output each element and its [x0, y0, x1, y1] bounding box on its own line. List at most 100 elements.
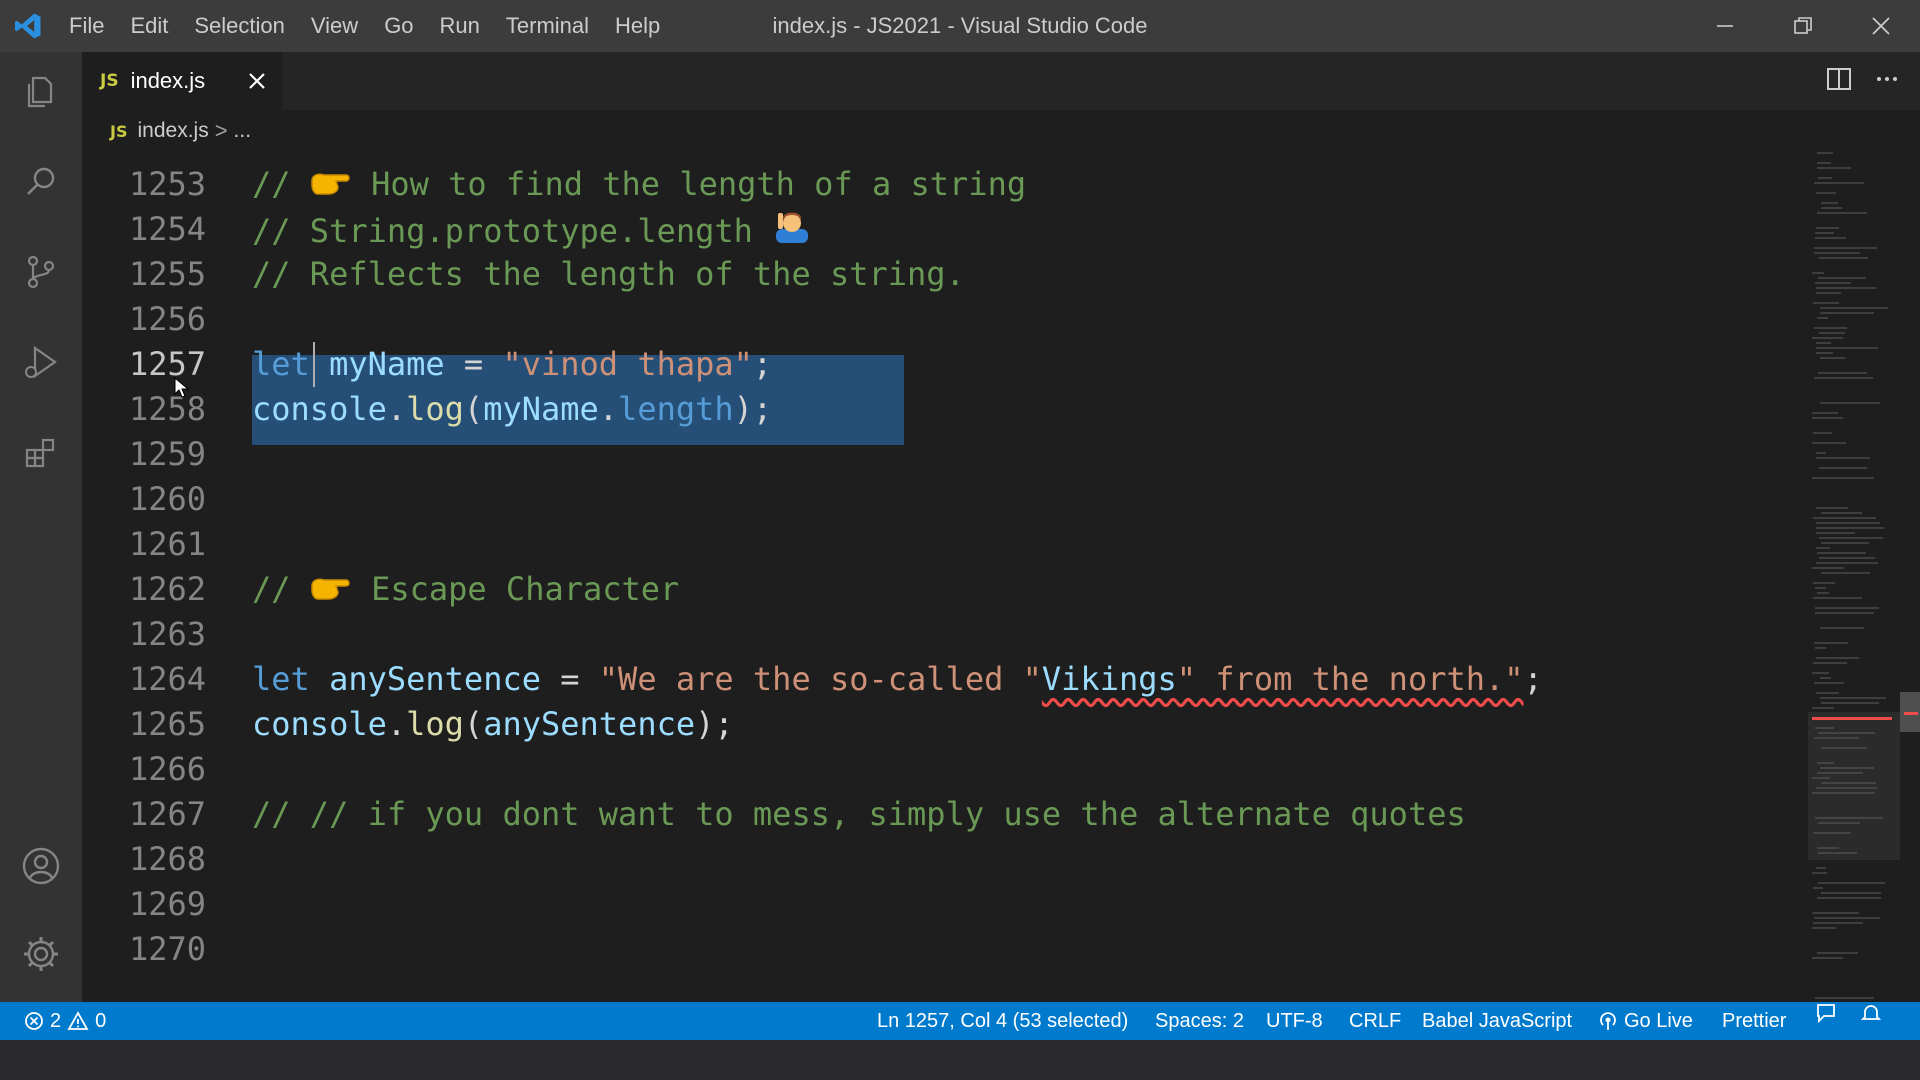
close-window-button[interactable]: [1842, 0, 1920, 52]
minimap-error-marker: [1812, 717, 1892, 720]
search-icon[interactable]: [0, 142, 82, 222]
source-control-icon[interactable]: [0, 232, 82, 312]
vertical-scrollbar[interactable]: [1900, 152, 1920, 1002]
menu-go[interactable]: Go: [371, 0, 426, 52]
code-line: 1259: [82, 432, 1808, 477]
minimap-line: [1816, 547, 1830, 549]
tab-index-js[interactable]: JS index.js: [82, 52, 282, 110]
editor-tab-bar: JS index.js: [82, 52, 1920, 110]
code-line: 1270: [82, 927, 1808, 972]
minimap-line: [1813, 432, 1832, 434]
minimap-line: [1819, 557, 1875, 559]
minimap-line: [1820, 402, 1880, 404]
feedback-button[interactable]: [1815, 1002, 1837, 1024]
minimap-line: [1817, 167, 1851, 169]
minimap-line: [1817, 317, 1828, 319]
feedback-icon: [1817, 1004, 1835, 1024]
line-ending[interactable]: CRLF: [1349, 1002, 1401, 1040]
split-editor-icon: [1827, 67, 1851, 90]
encoding[interactable]: UTF-8: [1266, 1002, 1323, 1040]
minimap-line: [1816, 292, 1841, 294]
minimap-line: [1813, 922, 1863, 924]
minimap-line: [1821, 747, 1867, 749]
minimap-line: [1820, 697, 1886, 699]
menu-file[interactable]: File: [56, 0, 117, 52]
minimap[interactable]: [1808, 152, 1900, 1002]
code-text: let anySentence = "We are the so-called …: [252, 660, 1543, 698]
restore-button[interactable]: [1764, 0, 1842, 52]
minimap-line: [1812, 567, 1844, 569]
minimap-line: [1817, 897, 1881, 899]
minimap-line: [1815, 997, 1874, 999]
minimap-line: [1821, 512, 1862, 514]
code-editor[interactable]: 1252 1253 // How to find the length of a…: [82, 152, 1808, 1002]
code-line: 1269: [82, 882, 1808, 927]
minimap-line: [1821, 202, 1838, 204]
minimap-line: [1818, 882, 1885, 884]
line-number: 1255: [128, 255, 206, 293]
split-editor-button[interactable]: [1826, 66, 1852, 97]
minimap-line: [1818, 277, 1866, 279]
code-line: 1260: [82, 477, 1808, 522]
minimap-line: [1815, 647, 1826, 649]
minimap-line: [1813, 887, 1823, 889]
language-mode[interactable]: Babel JavaScript: [1422, 1002, 1572, 1040]
line-number: 1261: [128, 525, 206, 563]
minimap-line: [1816, 452, 1826, 454]
tab-close-button[interactable]: [242, 66, 272, 96]
line-number: 1264: [128, 660, 206, 698]
settings-gear-icon[interactable]: [0, 914, 82, 994]
line-number: 1270: [128, 930, 206, 968]
editor-actions: [1826, 52, 1900, 110]
minimap-line: [1815, 727, 1834, 729]
line-number: 1262: [128, 570, 206, 608]
run-debug-icon[interactable]: [0, 322, 82, 402]
javascript-file-icon: JS: [100, 71, 119, 91]
minimap-line: [1818, 177, 1832, 179]
menu-view[interactable]: View: [298, 0, 371, 52]
code-text: console.log(anySentence);: [252, 705, 734, 743]
line-number: 1260: [128, 480, 206, 518]
problems-indicator[interactable]: 2 0: [24, 1002, 106, 1040]
indentation[interactable]: Spaces: 2: [1155, 1002, 1244, 1040]
prettier-status[interactable]: Prettier: [1722, 1002, 1786, 1040]
menu-terminal[interactable]: Terminal: [493, 0, 602, 52]
breadcrumb-symbols[interactable]: ...: [234, 119, 252, 143]
ellipsis-icon: [1877, 76, 1897, 81]
scrollbar-error-marker: [1904, 712, 1918, 715]
minimap-line: [1815, 817, 1883, 819]
minimize-button[interactable]: [1686, 0, 1764, 52]
cursor-position[interactable]: Ln 1257, Col 4 (53 selected): [877, 1002, 1128, 1040]
minimap-line: [1812, 707, 1834, 709]
minimap-line: [1817, 162, 1831, 164]
minimap-line: [1819, 537, 1883, 539]
code-text: let myName = "vinod thapa";: [252, 345, 773, 383]
breadcrumb: JS index.js > ...: [82, 110, 1920, 152]
bell-icon: [1860, 1005, 1882, 1020]
minimap-line: [1812, 912, 1859, 914]
more-actions-button[interactable]: [1874, 66, 1900, 97]
line-number: 1256: [128, 300, 206, 338]
menu-help[interactable]: Help: [602, 0, 673, 52]
notifications-button[interactable]: [1860, 1002, 1882, 1024]
minimap-line: [1817, 212, 1867, 214]
minimap-line: [1819, 257, 1868, 259]
line-number: 1252: [82, 152, 206, 162]
menu-selection[interactable]: Selection: [181, 0, 298, 52]
line-number: 1269: [128, 885, 206, 923]
menu-run[interactable]: Run: [427, 0, 493, 52]
close-icon: [249, 73, 265, 89]
broadcast-icon: [1600, 1012, 1616, 1030]
mouse-pointer-icon: [174, 377, 190, 398]
account-icon[interactable]: [0, 826, 82, 906]
explorer-icon[interactable]: [0, 52, 82, 132]
go-live-button[interactable]: Go Live: [1598, 1002, 1693, 1040]
minimap-line: [1816, 227, 1839, 229]
menu-edit[interactable]: Edit: [117, 0, 181, 52]
minimap-viewport[interactable]: [1808, 712, 1900, 860]
minimap-line: [1816, 347, 1878, 349]
minimap-line: [1812, 777, 1830, 779]
close-icon: [1872, 17, 1890, 35]
breadcrumb-file[interactable]: index.js: [137, 119, 208, 143]
extensions-icon[interactable]: [0, 412, 82, 492]
